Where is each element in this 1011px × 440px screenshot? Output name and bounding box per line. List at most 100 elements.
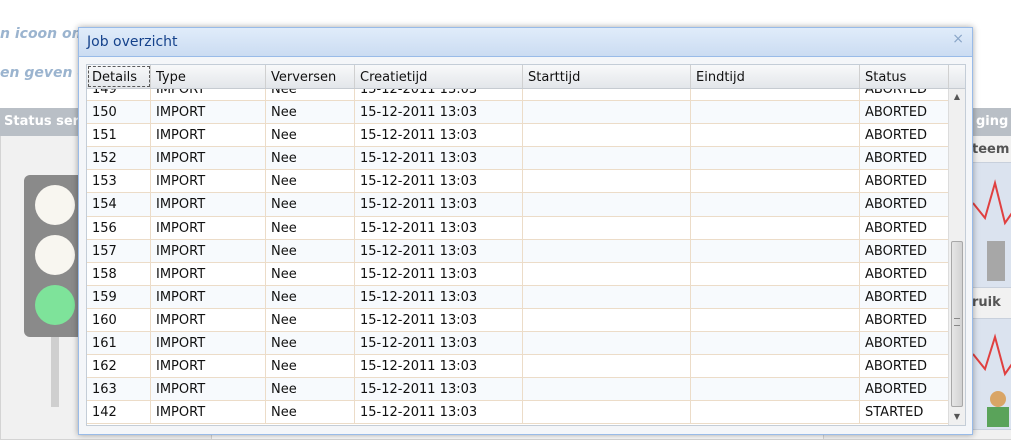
cell-status: ABORTED xyxy=(860,308,949,332)
right-panel-header: ging xyxy=(972,108,1011,136)
table-row[interactable]: 150 IMPORT Nee 15-12-2011 13:03 ABORTED xyxy=(87,101,949,125)
column-header-status[interactable]: Status xyxy=(860,65,949,88)
cell-status: ABORTED xyxy=(860,89,949,101)
scrollbar-thumb[interactable] xyxy=(951,241,963,407)
cell-verversen: Nee xyxy=(266,170,355,193)
cell-verversen: Nee xyxy=(266,262,355,285)
column-header-verversen[interactable]: Verversen xyxy=(266,65,355,88)
column-header-eindtijd[interactable]: Eindtijd xyxy=(691,65,860,88)
cell-status: ABORTED xyxy=(860,285,949,308)
traffic-light-pole xyxy=(51,337,59,407)
cell-details: 161 xyxy=(87,332,151,355)
cell-creatietijd: 15-12-2011 13:03 xyxy=(355,262,523,285)
cell-eindtijd xyxy=(691,308,860,332)
cell-details: 162 xyxy=(87,355,151,378)
right-chart-card-2 xyxy=(972,318,1011,430)
table-row[interactable]: 156 IMPORT Nee 15-12-2011 13:03 ABORTED xyxy=(87,216,949,240)
cell-status: STARTED xyxy=(860,401,949,424)
cell-details: 157 xyxy=(87,239,151,262)
scroll-up-icon[interactable]: ▲ xyxy=(949,89,965,105)
cell-status: ABORTED xyxy=(860,170,949,193)
cell-type: IMPORT xyxy=(151,285,266,308)
table-row[interactable]: 153 IMPORT Nee 15-12-2011 13:03 ABORTED xyxy=(87,170,949,194)
table-row[interactable]: 154 IMPORT Nee 15-12-2011 13:03 ABORTED xyxy=(87,193,949,217)
cell-starttijd xyxy=(523,355,691,378)
cell-starttijd xyxy=(523,308,691,332)
chart-thumbnail-icon xyxy=(972,333,1011,427)
close-icon[interactable]: × xyxy=(952,31,964,47)
cell-creatietijd: 15-12-2011 13:03 xyxy=(355,216,523,239)
scrollbar-grip-icon xyxy=(954,318,960,326)
cell-details: 163 xyxy=(87,378,151,401)
cell-eindtijd xyxy=(691,401,860,424)
cell-type: IMPORT xyxy=(151,401,266,424)
scroll-down-icon[interactable]: ▼ xyxy=(949,409,965,425)
grid-body: 149 IMPORT Nee 15-12-2011 13:03 ABORTED 150 IM… xyxy=(87,89,949,425)
cell-eindtijd xyxy=(691,89,860,101)
cell-verversen: Nee xyxy=(266,239,355,262)
cell-eindtijd xyxy=(691,332,860,355)
cell-status: ABORTED xyxy=(860,332,949,355)
table-row[interactable]: 151 IMPORT Nee 15-12-2011 13:03 ABORTED xyxy=(87,124,949,148)
vertical-scrollbar[interactable]: ▲ ▼ xyxy=(948,89,965,425)
dialog-title: Job overzicht xyxy=(87,34,178,50)
column-header-creatietijd[interactable]: Creatietijd xyxy=(355,65,523,88)
cell-eindtijd xyxy=(691,262,860,285)
cell-starttijd xyxy=(523,216,691,239)
cell-creatietijd: 15-12-2011 13:03 xyxy=(355,89,523,101)
cell-verversen: Nee xyxy=(266,124,355,147)
cell-verversen: Nee xyxy=(266,147,355,170)
column-header-details[interactable]: Details xyxy=(87,65,151,88)
grid-header: Details Type Verversen Creatietijd Start… xyxy=(87,65,965,89)
table-row[interactable]: 160 IMPORT Nee 15-12-2011 13:03 ABORTED xyxy=(87,308,949,333)
column-header-type[interactable]: Type xyxy=(151,65,266,88)
cell-type: IMPORT xyxy=(151,124,266,147)
cell-status: ABORTED xyxy=(860,124,949,147)
traffic-light-icon xyxy=(24,175,84,337)
cell-details: 153 xyxy=(87,170,151,193)
cell-creatietijd: 15-12-2011 13:03 xyxy=(355,401,523,424)
cell-starttijd xyxy=(523,285,691,308)
cell-eindtijd xyxy=(691,216,860,239)
cell-details: 158 xyxy=(87,262,151,285)
table-row[interactable]: 157 IMPORT Nee 15-12-2011 13:03 ABORTED xyxy=(87,239,949,263)
right-label-system: teem xyxy=(972,142,1010,157)
cell-type: IMPORT xyxy=(151,101,266,124)
cell-starttijd xyxy=(523,89,691,101)
table-row[interactable]: 149 IMPORT Nee 15-12-2011 13:03 ABORTED xyxy=(87,89,949,102)
dialog-header[interactable]: Job overzicht × xyxy=(79,28,972,57)
cell-verversen: Nee xyxy=(266,101,355,124)
cell-type: IMPORT xyxy=(151,332,266,355)
right-chart-card-1 xyxy=(972,162,1011,288)
table-row[interactable]: 162 IMPORT Nee 15-12-2011 13:03 ABORTED xyxy=(87,355,949,379)
background-intro-text-2: en geven d xyxy=(0,65,88,81)
table-row[interactable]: 152 IMPORT Nee 15-12-2011 13:03 ABORTED xyxy=(87,147,949,171)
table-row[interactable]: 161 IMPORT Nee 15-12-2011 13:03 ABORTED xyxy=(87,332,949,356)
table-row[interactable]: 163 IMPORT Nee 15-12-2011 13:03 ABORTED xyxy=(87,378,949,402)
column-header-starttijd[interactable]: Starttijd xyxy=(523,65,691,88)
cell-verversen: Nee xyxy=(266,193,355,216)
cell-starttijd xyxy=(523,124,691,147)
cell-creatietijd: 15-12-2011 13:03 xyxy=(355,170,523,193)
cell-status: ABORTED xyxy=(860,147,949,170)
cell-starttijd xyxy=(523,239,691,262)
cell-verversen: Nee xyxy=(266,401,355,424)
background-intro-text: n icoon om xyxy=(0,26,87,42)
status-panel-header: Status ser xyxy=(0,108,78,136)
cell-eindtijd xyxy=(691,378,860,401)
cell-eindtijd xyxy=(691,193,860,216)
table-row[interactable]: 158 IMPORT Nee 15-12-2011 13:03 ABORTED xyxy=(87,262,949,286)
cell-verversen: Nee xyxy=(266,355,355,378)
table-row[interactable]: 142 IMPORT Nee 15-12-2011 13:03 STARTED xyxy=(87,401,949,425)
cell-details: 154 xyxy=(87,193,151,216)
cell-creatietijd: 15-12-2011 13:03 xyxy=(355,101,523,124)
cell-details: 149 xyxy=(87,89,151,101)
cell-type: IMPORT xyxy=(151,216,266,239)
cell-starttijd xyxy=(523,193,691,216)
cell-starttijd xyxy=(523,332,691,355)
cell-starttijd xyxy=(523,101,691,124)
cell-status: ABORTED xyxy=(860,239,949,262)
cell-type: IMPORT xyxy=(151,239,266,262)
cell-creatietijd: 15-12-2011 13:03 xyxy=(355,239,523,262)
table-row[interactable]: 159 IMPORT Nee 15-12-2011 13:03 ABORTED xyxy=(87,285,949,309)
